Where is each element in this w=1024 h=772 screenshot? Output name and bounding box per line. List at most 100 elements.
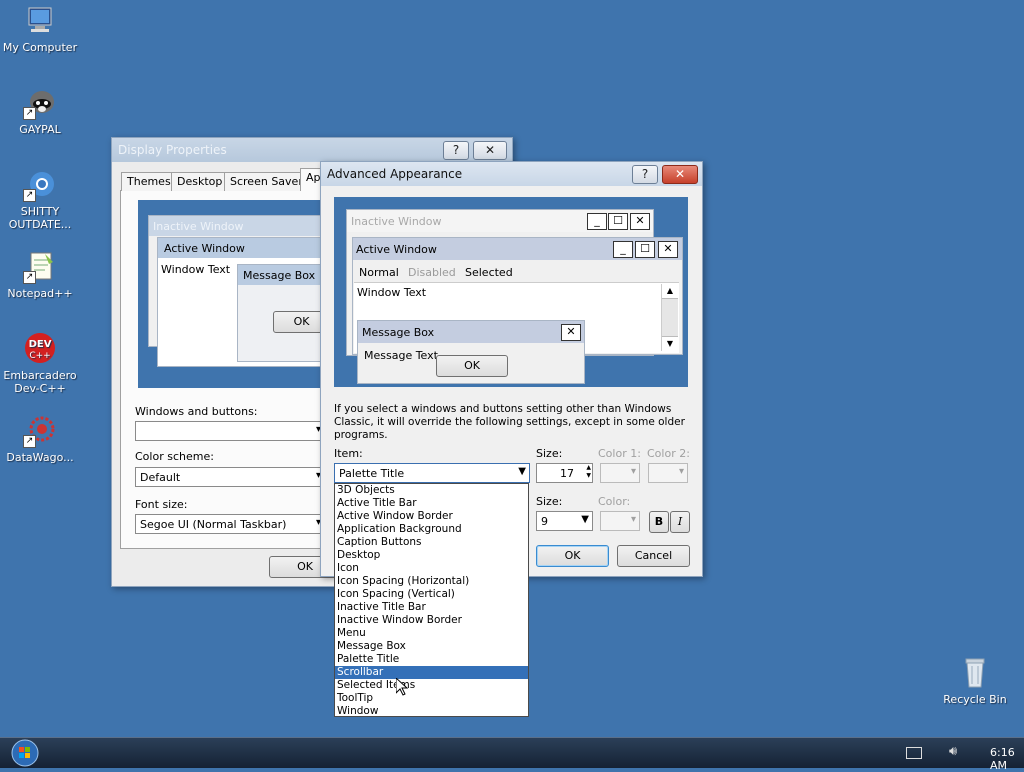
dropdown-option[interactable]: Active Title Bar [335,497,528,510]
ok-button[interactable]: OK [536,545,609,567]
item-select[interactable]: Palette Title ▼ [334,463,530,483]
font-color-picker: ▾ [600,511,640,531]
preview-active-title: Active Window [164,242,245,255]
shortcut-arrow-icon: ↗ [23,107,36,120]
menu-normal: Normal [359,266,399,279]
dropdown-option[interactable]: Inactive Title Bar [335,601,528,614]
title-bar[interactable]: Advanced Appearance ? ✕ [321,162,702,186]
color2-label: Color 2: [647,447,690,460]
tab-desktop[interactable]: Desktop [171,172,229,191]
size-spinner[interactable]: 17 ▲ ▼ [536,463,593,483]
dropdown-option[interactable]: Icon [335,562,528,575]
font-size-label: Size: [536,495,563,508]
maximize-icon: ☐ [608,213,628,230]
info-text: If you select a windows and buttons sett… [334,403,685,441]
color1-label: Color 1: [598,447,641,460]
chevron-down-icon: ▼ [518,466,526,477]
desktop-icon-label: GAYPAL [19,123,61,136]
dropdown-option[interactable]: Menu [335,627,528,640]
font-size-select[interactable]: Segoe UI (Normal Taskbar) ▾ [135,514,325,534]
windows-buttons-label: Windows and buttons: [135,405,258,418]
adv-preview-message-box: Message Box ✕ Message Text OK [357,320,585,384]
start-button[interactable] [10,739,40,767]
preview-inactive-title: Inactive Window [153,220,244,233]
desktop-icon-label: Recycle Bin [943,693,1007,706]
title-bar[interactable]: Display Properties ? ✕ [112,138,512,162]
chevron-down-icon: ▾ [630,466,636,477]
dropdown-option[interactable]: ToolTip [335,692,528,705]
dropdown-option[interactable]: Active Window Border [335,510,528,523]
minimize-icon: _ [613,241,633,258]
tab-screen-saver[interactable]: Screen Saver [224,172,309,191]
adv-msgbox-text: Message Text [364,349,438,362]
dropdown-option[interactable]: Desktop [335,549,528,562]
dev-cpp-icon: DEV C++ [23,332,57,366]
dropdown-option[interactable]: 3D Objects [335,484,528,497]
dropdown-option[interactable]: Palette Title [335,653,528,666]
adv-msgbox-titlebar: Message Box ✕ [358,321,584,343]
color1-picker: ▾ [600,463,640,483]
dropdown-option[interactable]: Inactive Window Border [335,614,528,627]
color2-picker: ▾ [648,463,688,483]
keyboard-icon[interactable] [906,747,922,759]
desktop-icon-label: Embarcadero Dev-C++ [3,369,77,395]
dropdown-option[interactable]: Icon Spacing (Horizontal) [335,575,528,588]
desktop-icon-browser[interactable]: ↗ SHITTY OUTDATE... [0,168,80,231]
recycle-bin-icon [958,656,992,690]
chevron-down-icon: ▾ [630,514,636,525]
shortcut-arrow-icon: ↗ [23,189,36,202]
scrollbar: ▲ ▼ [661,284,678,351]
help-button[interactable]: ? [632,165,658,184]
datawagon-icon: ↗ [23,414,57,448]
windows-buttons-select[interactable]: ▾ [135,421,325,441]
desktop-icon-label: Notepad++ [7,287,73,300]
dropdown-option[interactable]: Window [335,705,528,718]
size-label: Size: [536,447,563,460]
item-label: Item: [334,447,363,460]
close-button[interactable]: ✕ [662,165,698,184]
italic-button[interactable]: I [670,511,690,533]
scroll-down-icon: ▼ [662,336,678,351]
clock[interactable]: 6:16 AM [990,746,1024,772]
dropdown-option[interactable]: Caption Buttons [335,536,528,549]
desktop-icon-gaypal[interactable]: ↗ GAYPAL [0,86,80,136]
speaker-icon[interactable]: 🔊︎ [949,744,957,759]
raccoon-icon: ↗ [23,86,57,120]
dropdown-option[interactable]: Application Background [335,523,528,536]
desktop-icon-datawagon[interactable]: ↗ DataWago... [0,414,80,464]
shortcut-arrow-icon: ↗ [23,271,36,284]
adv-window-text: Window Text [357,286,427,299]
desktop-icon-label: DataWago... [6,451,74,464]
start-orb-icon [11,739,39,767]
maximize-icon: ☐ [635,241,655,258]
item-dropdown-list[interactable]: 3D Objects Active Title Bar Active Window … [334,483,529,717]
desktop-icon-notepad-plus[interactable]: ↗ Notepad++ [0,250,80,300]
browser-icon: ↗ [23,168,57,202]
close-button[interactable]: ✕ [473,141,507,160]
dropdown-option[interactable]: Message Box [335,640,528,653]
minimize-icon: _ [587,213,607,230]
desktop-icon-my-computer[interactable]: My Computer [0,4,80,54]
tab-themes[interactable]: Themes [121,172,177,191]
mouse-pointer-icon [395,676,409,699]
bold-button[interactable]: B [649,511,669,533]
font-size-select[interactable]: 9 ▼ [536,511,593,531]
desktop-icon-recycle-bin[interactable]: Recycle Bin [935,656,1015,706]
cancel-button[interactable]: Cancel [617,545,690,567]
adv-inactive-titlebar: Inactive Window _ ☐ ✕ [347,210,653,232]
scroll-up-icon: ▲ [662,284,678,299]
adv-active-title: Active Window [356,243,437,256]
color-scheme-label: Color scheme: [135,450,214,463]
dropdown-option[interactable]: Scrollbar [335,666,528,679]
dropdown-option[interactable]: Icon Spacing (Vertical) [335,588,528,601]
svg-text:C++: C++ [29,351,50,361]
desktop-icon-dev-cpp[interactable]: DEV C++ Embarcadero Dev-C++ [0,332,80,395]
dropdown-option[interactable]: Selected Items [335,679,528,692]
window-title: Display Properties [118,143,227,157]
adv-active-titlebar: Active Window _ ☐ ✕ [353,238,682,260]
help-button[interactable]: ? [443,141,469,160]
color-scheme-select[interactable]: Default ▾ [135,467,325,487]
preview-message-box: Message Box OK [237,264,330,362]
menu-disabled: Disabled [408,266,456,279]
system-tray: 🔊︎ 6:16 AM [874,738,1024,772]
